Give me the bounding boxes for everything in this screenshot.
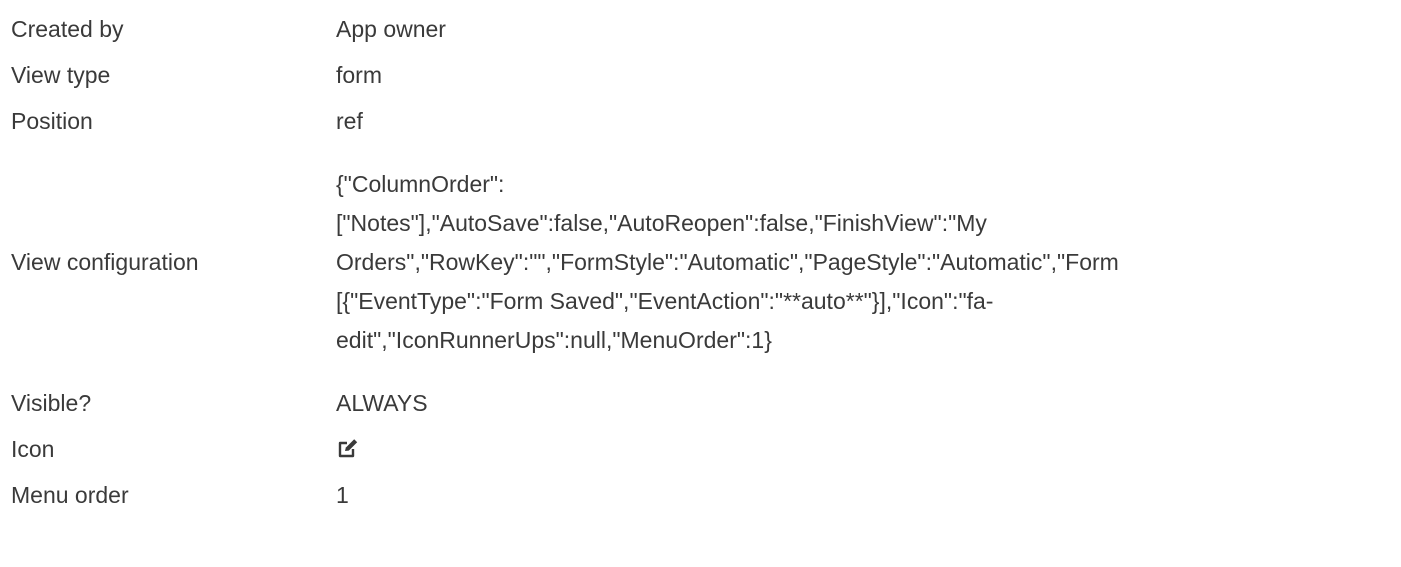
view-configuration-line: [{"EventType":"Form Saved","EventAction"… [336,287,994,314]
view-configuration-line: ["Notes"],"AutoSave":false,"AutoReopen":… [336,209,987,236]
detail-label: Menu order [11,481,129,508]
detail-row-view-configuration: View configuration {"ColumnOrder": ["Not… [0,144,1401,380]
detail-value [336,430,1386,469]
detail-label: Created by [11,15,124,42]
detail-label: Visible? [11,389,92,416]
detail-row-menu-order: Menu order 1 [0,472,1401,518]
detail-label: View type [11,61,111,88]
detail-label: Position [11,107,93,134]
detail-value: ALWAYS [336,389,428,416]
view-configuration-value: {"ColumnOrder": ["Notes"],"AutoSave":fal… [336,165,1386,360]
detail-label: View configuration [11,248,199,275]
detail-row-created-by: Created by App owner [0,6,1401,52]
view-configuration-line: Orders","RowKey":"","FormStyle":"Automat… [336,248,1119,275]
view-detail-list: Created by App owner View type form Posi… [0,0,1401,567]
detail-row-icon: Icon [0,426,1401,472]
view-configuration-line: {"ColumnOrder": [336,170,505,197]
detail-value: ref [336,107,363,134]
edit-icon [336,436,360,460]
detail-value: 1 [336,481,349,508]
detail-label: Icon [11,435,55,462]
view-configuration-line: edit","IconRunnerUps":null,"MenuOrder":1… [336,326,772,353]
detail-row-visible: Visible? ALWAYS [0,380,1401,426]
detail-value: App owner [336,15,446,42]
detail-value: form [336,61,382,88]
detail-row-position: Position ref [0,98,1401,144]
detail-row-view-type: View type form [0,52,1401,98]
